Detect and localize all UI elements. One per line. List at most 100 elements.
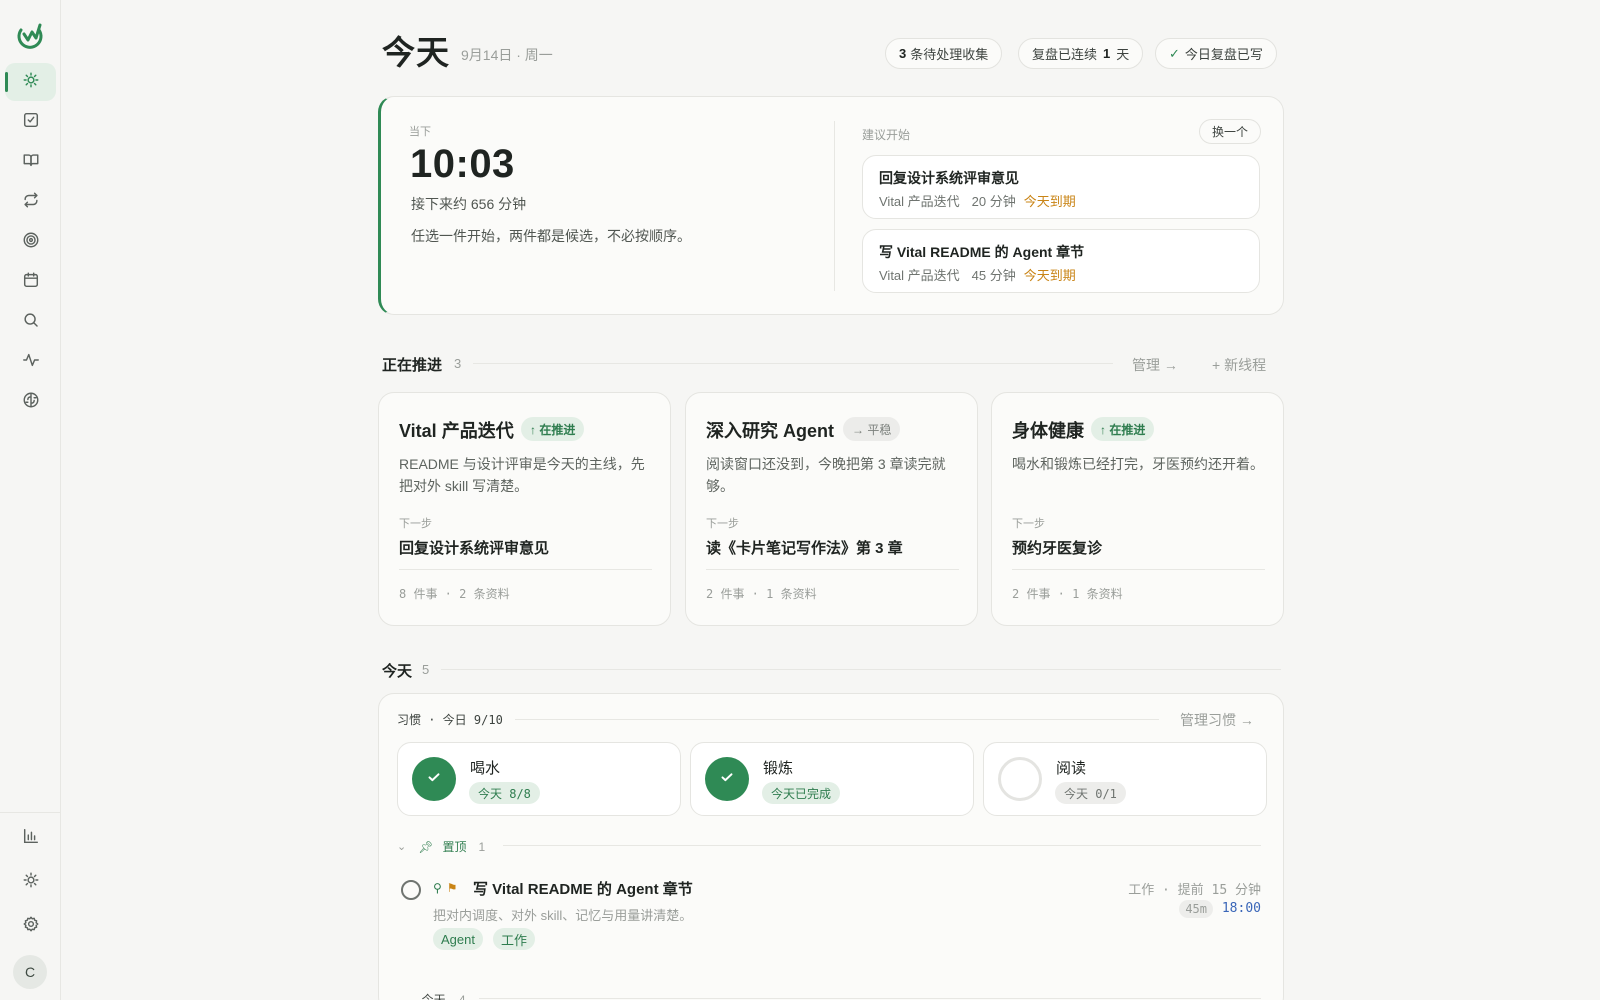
nav-routines[interactable] — [5, 183, 56, 221]
target-icon — [22, 231, 40, 254]
thread-description: README 与设计评审是今天的主线，先把对外 skill 写清楚。 — [399, 456, 645, 494]
thread-card[interactable]: 身体健康 ↑ 在推进 喝水和锻炼已经打完，牙医预约还开着。 下一步 预约牙医复诊… — [991, 392, 1284, 626]
now-label: 当下 — [409, 126, 431, 138]
sidebar: C — [0, 0, 61, 1000]
now-time: 10:03 — [410, 142, 515, 186]
thread-status-badge: → 平稳 — [843, 417, 901, 441]
suggestion-card[interactable]: 回复设计系统评审意见 Vital 产品迭代 20 分钟 今天到期 — [862, 155, 1260, 219]
gear-icon — [22, 915, 40, 938]
task-tag[interactable]: 工作 — [493, 928, 536, 950]
pin-icon: 📌︎ — [418, 839, 434, 854]
nav-today[interactable] — [5, 63, 56, 101]
review-written-pill[interactable]: ✓ 今日复盘已写 — [1155, 38, 1277, 69]
today-card: 习惯 · 今日 9/10 管理习惯 → 喝水 今天 8/8 锻炼 今天已完成 阅… — [378, 693, 1284, 1000]
suggestion-title: 回复设计系统评审意见 — [879, 170, 1019, 186]
nav-stats[interactable] — [5, 819, 56, 857]
search-icon — [22, 311, 40, 334]
thread-next-step[interactable]: 预约牙医复诊 — [1012, 537, 1102, 558]
thread-card[interactable]: Vital 产品迭代 ↑ 在推进 README 与设计评审是今天的主线，先把对外… — [378, 392, 671, 626]
checkbox-icon — [22, 111, 40, 134]
review-label: 今日复盘已写 — [1184, 47, 1263, 62]
habit-name: 锻炼 — [763, 760, 794, 777]
habit-card[interactable]: 喝水 今天 8/8 — [397, 742, 681, 816]
thread-status-badge: ↑ 在推进 — [1091, 417, 1155, 441]
thread-name: Vital 产品迭代 — [399, 421, 514, 441]
today-group-label: 今天 — [421, 993, 446, 1000]
suggestion-duration: 20 分钟 — [971, 194, 1016, 209]
today-group-count: 4 — [458, 993, 466, 1000]
suggestion-meta: Vital 产品迭代 20 分钟 今天到期 — [879, 191, 1076, 210]
next-step-label: 下一步 — [1012, 518, 1045, 530]
chevron-down-icon: ⌄ — [397, 995, 406, 1000]
thread-name: 深入研究 Agent — [706, 421, 834, 441]
check-icon: ✓ — [1169, 45, 1180, 61]
suggestion-title: 写 Vital README 的 Agent 章节 — [879, 244, 1085, 260]
nav-calendar[interactable] — [5, 263, 56, 301]
suggestion-due: 今天到期 — [1023, 194, 1076, 209]
thread-status-badge: ↑ 在推进 — [521, 417, 585, 441]
nav-brain[interactable] — [5, 383, 56, 421]
review-streak-pill[interactable]: 复盘已连续 1 天 — [1018, 38, 1144, 69]
habit-card[interactable]: 阅读 今天 0/1 — [983, 742, 1267, 816]
task-description: 把对内调度、对外 skill、记忆与用量讲清楚。 — [433, 908, 693, 923]
task-title[interactable]: 写 Vital README 的 Agent 章节 — [473, 878, 693, 899]
now-remaining: 接下来约 656 分钟 — [411, 196, 527, 212]
now-card: 当下 10:03 接下来约 656 分钟 任选一件开始，两件都是候选，不必按顺序… — [378, 96, 1284, 315]
task-complete-checkbox[interactable] — [401, 880, 421, 900]
nav-settings[interactable] — [5, 907, 56, 945]
pin-icon: ⚲ — [433, 881, 442, 895]
suggestion-meta: Vital 产品迭代 45 分钟 今天到期 — [879, 265, 1076, 284]
manage-threads-link[interactable]: 管理 → — [1132, 355, 1178, 375]
task-tag[interactable]: Agent — [433, 928, 483, 950]
thread-name: 身体健康 — [1012, 421, 1084, 441]
swap-suggestion-button[interactable]: 换一个 — [1199, 119, 1262, 144]
nav-theme[interactable] — [5, 863, 56, 901]
next-step-label: 下一步 — [706, 518, 739, 530]
today-group-divider — [479, 998, 1261, 999]
repeat-icon — [22, 191, 40, 214]
nav-goals[interactable] — [5, 223, 56, 261]
pinned-divider — [503, 845, 1261, 846]
thread-card[interactable]: 深入研究 Agent → 平稳 阅读窗口还没到，今晚把第 3 章读完就够。 下一… — [685, 392, 978, 626]
page-date: 9月14日 · 周一 — [461, 47, 553, 63]
habit-check-button[interactable] — [998, 757, 1042, 801]
avatar[interactable]: C — [13, 955, 47, 989]
today-group-toggle[interactable]: ⌄ 今天 4 — [397, 991, 466, 1000]
habit-check-button[interactable] — [412, 757, 456, 801]
habit-name: 喝水 — [470, 760, 501, 777]
nav-tasks[interactable] — [5, 103, 56, 141]
habit-status: 今天 0/1 — [1055, 782, 1126, 804]
page-title: 今天 — [382, 34, 450, 71]
thread-divider — [399, 569, 652, 570]
nav-search[interactable] — [5, 303, 56, 341]
manage-habits-link[interactable]: 管理习惯 → — [1180, 710, 1254, 730]
habit-check-button[interactable] — [705, 757, 749, 801]
habit-name: 阅读 — [1056, 760, 1087, 777]
streak-suffix: 天 — [1116, 47, 1130, 62]
thread-description: 阅读窗口还没到，今晚把第 3 章读完就够。 — [706, 456, 946, 494]
brain-icon — [22, 391, 40, 414]
section-divider — [473, 363, 1113, 364]
today-section-title: 今天 — [382, 663, 413, 680]
thread-stats: 8 件事 · 2 条资料 — [399, 587, 510, 601]
new-thread-button[interactable]: + 新线程 — [1212, 355, 1266, 375]
nav-activity[interactable] — [5, 343, 56, 381]
thread-next-step[interactable]: 读《卡片笔记写作法》第 3 章 — [706, 537, 903, 558]
flag-icon: ⚑ — [446, 881, 458, 895]
suggestion-thread: Vital 产品迭代 — [879, 268, 960, 283]
task-icons: ⚲ ⚑ — [433, 881, 458, 895]
pinned-group-toggle[interactable]: ⌄ 📌︎ 置顶 1 — [397, 838, 485, 855]
today-count: 5 — [422, 662, 430, 677]
habit-card[interactable]: 锻炼 今天已完成 — [690, 742, 974, 816]
suggestion-card[interactable]: 写 Vital README 的 Agent 章节 Vital 产品迭代 45 分… — [862, 229, 1260, 293]
habits-divider — [515, 719, 1159, 720]
nav-notes[interactable] — [5, 143, 56, 181]
inbox-label: 条待处理收集 — [910, 47, 989, 62]
app-logo-icon[interactable] — [15, 21, 45, 51]
sidebar-divider — [0, 812, 61, 813]
inbox-pill[interactable]: 3 条待处理收集 — [885, 38, 1003, 69]
section-divider — [441, 669, 1281, 670]
habit-status: 今天已完成 — [762, 782, 841, 804]
thread-next-step[interactable]: 回复设计系统评审意见 — [399, 537, 549, 558]
suggestion-due: 今天到期 — [1023, 268, 1076, 283]
